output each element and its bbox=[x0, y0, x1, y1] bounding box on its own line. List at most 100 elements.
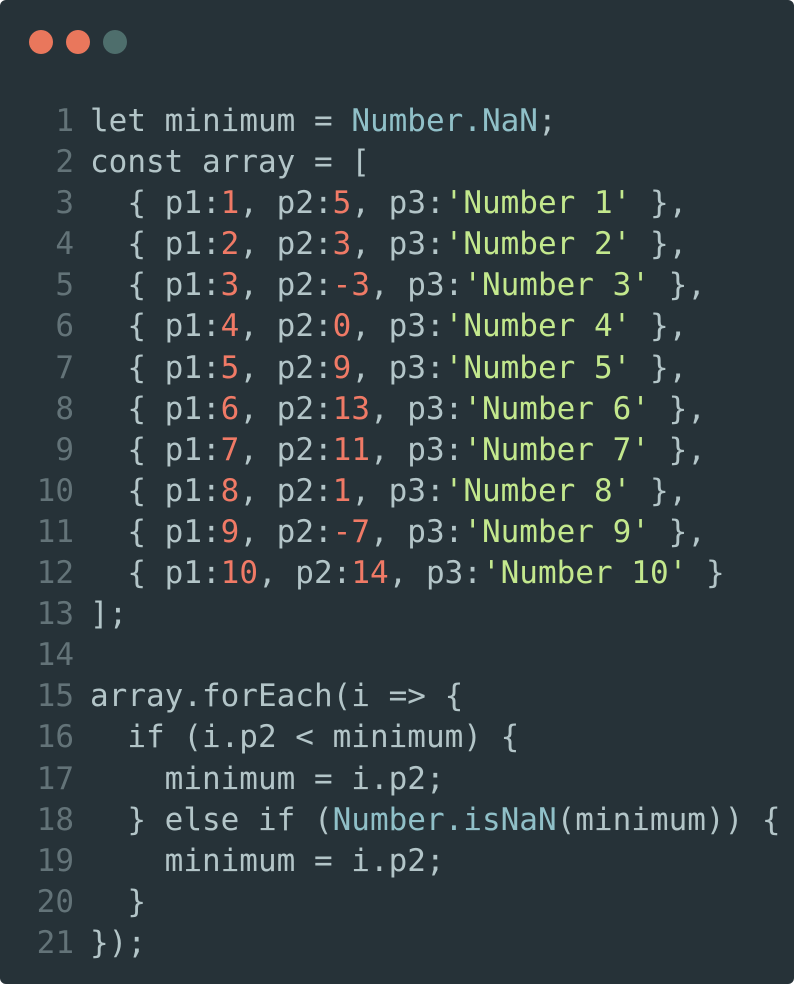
code-token: , p3: bbox=[369, 267, 464, 304]
code-line: 12 { p1:10, p2:14, p3:'Number 10' } bbox=[36, 553, 781, 594]
code-token: 'Number 2' bbox=[444, 226, 632, 263]
line-number: 14 bbox=[36, 637, 74, 674]
code-token: const bbox=[90, 144, 184, 181]
code-line: 2 const array = [ bbox=[36, 142, 781, 183]
code-window: 1 let minimum = Number.NaN; 2 const array =… bbox=[0, 0, 794, 984]
code-line: 14 bbox=[36, 635, 781, 676]
line-source: { p1:8, p2:1, p3:'Number 8' }, bbox=[90, 471, 687, 512]
code-line: 5 { p1:3, p2:-3, p3:'Number 3' }, bbox=[36, 265, 781, 306]
line-number: 4 bbox=[55, 226, 74, 263]
code-token: }, bbox=[631, 349, 688, 386]
window-controls bbox=[29, 30, 127, 54]
line-source: { p1:9, p2:-7, p3:'Number 9' }, bbox=[90, 512, 706, 553]
code-token: , p2: bbox=[239, 472, 333, 509]
line-source: }); bbox=[90, 923, 146, 964]
code-token: ; bbox=[537, 103, 557, 139]
code-token: 'Number 6' bbox=[463, 390, 650, 427]
code-token: minimum = bbox=[146, 103, 352, 139]
code-line: 18 } else if (Number.isNaN(minimum)) { bbox=[36, 800, 781, 841]
code-token: } bbox=[687, 555, 725, 592]
line-source: { p1:1, p2:5, p3:'Number 1' }, bbox=[90, 183, 687, 224]
code-token: 'Number 3' bbox=[463, 267, 650, 304]
line-number: 17 bbox=[36, 760, 74, 797]
code-token: , p3: bbox=[388, 555, 482, 592]
code-line: 10 { p1:8, p2:1, p3:'Number 8' }, bbox=[36, 471, 781, 512]
line-source: array.forEach(i => { bbox=[90, 676, 463, 717]
code-token: { p1: bbox=[90, 390, 221, 427]
code-token: -7 bbox=[332, 513, 370, 550]
line-source: const array = [ bbox=[90, 142, 370, 183]
line-source: minimum = i.p2; bbox=[90, 841, 445, 882]
line-number: 11 bbox=[36, 513, 74, 550]
line-number: 19 bbox=[36, 842, 74, 879]
line-source: { p1:3, p2:-3, p3:'Number 3' }, bbox=[90, 265, 706, 306]
code-token: ]; bbox=[90, 596, 128, 633]
code-token: { p1: bbox=[90, 226, 221, 263]
code-line: 13]; bbox=[36, 594, 781, 635]
code-token: }, bbox=[649, 431, 706, 468]
code-line: 6 { p1:4, p2:0, p3:'Number 4' }, bbox=[36, 306, 781, 347]
code-token: 5 bbox=[332, 185, 352, 222]
code-token: { p1: bbox=[90, 555, 221, 592]
code-token: else if bbox=[164, 801, 296, 838]
code-line: 8 { p1:6, p2:13, p3:'Number 6' }, bbox=[36, 389, 781, 430]
code-token: , p3: bbox=[351, 472, 445, 509]
line-source: { p1:7, p2:11, p3:'Number 7' }, bbox=[90, 430, 706, 471]
code-token: 9 bbox=[332, 349, 352, 386]
code-token: }, bbox=[631, 472, 688, 509]
line-source: if (i.p2 < minimum) { bbox=[90, 717, 519, 758]
code-line: 15 array.forEach(i => { bbox=[36, 676, 781, 717]
code-token: } bbox=[90, 883, 146, 920]
code-token: 3 bbox=[220, 267, 240, 304]
code-token: , p3: bbox=[351, 226, 445, 263]
code-token: minimum = i.p2; bbox=[90, 760, 445, 797]
code-line: 17 minimum = i.p2; bbox=[36, 759, 781, 800]
code-token: }, bbox=[631, 308, 688, 345]
code-line: 3 { p1:1, p2:5, p3:'Number 1' }, bbox=[36, 183, 781, 224]
code-token: , p2: bbox=[239, 267, 333, 304]
code-token: 1 bbox=[332, 472, 352, 509]
code-line: 1 let minimum = Number.NaN; bbox=[36, 101, 781, 142]
line-number: 10 bbox=[36, 472, 74, 509]
code-token: 2 bbox=[220, 226, 240, 263]
code-line: 21}); bbox=[36, 923, 781, 964]
code-token: (minimum)) { bbox=[556, 801, 781, 838]
code-token: 'Number 4' bbox=[444, 308, 632, 345]
code-token: 'Number 10' bbox=[481, 555, 688, 592]
code-token: }, bbox=[649, 390, 706, 427]
line-source: } bbox=[90, 882, 146, 923]
code-token: 11 bbox=[332, 431, 370, 468]
line-number: 7 bbox=[55, 349, 74, 386]
code-token: } bbox=[90, 801, 165, 838]
line-source: minimum = i.p2; bbox=[90, 759, 445, 800]
code-token: -3 bbox=[332, 267, 370, 304]
code-token: { p1: bbox=[90, 349, 221, 386]
line-number: 13 bbox=[36, 596, 74, 633]
line-number: 20 bbox=[36, 883, 74, 920]
code-token: , p2: bbox=[239, 390, 333, 427]
code-token: { p1: bbox=[90, 431, 221, 468]
code-token: , p2: bbox=[239, 349, 333, 386]
code-token: 'Number 1' bbox=[444, 185, 632, 222]
line-number: 12 bbox=[36, 555, 74, 592]
code-token: , p3: bbox=[351, 308, 445, 345]
line-source: let minimum = Number.NaN; bbox=[90, 101, 557, 142]
minimize-dot-icon[interactable] bbox=[66, 30, 90, 54]
code-token: array.forEach(i => { bbox=[90, 678, 464, 715]
code-token: , p3: bbox=[369, 431, 464, 468]
code-token: }, bbox=[631, 185, 688, 222]
line-source: { p1:2, p2:3, p3:'Number 2' }, bbox=[90, 224, 687, 265]
code-token: 7 bbox=[220, 431, 240, 468]
line-number: 2 bbox=[55, 144, 74, 181]
code-token: 'Number 5' bbox=[444, 349, 632, 386]
line-number: 6 bbox=[55, 308, 74, 345]
line-number: 5 bbox=[55, 267, 74, 304]
line-number: 3 bbox=[55, 185, 74, 222]
maximize-dot-icon[interactable] bbox=[103, 30, 127, 54]
close-dot-icon[interactable] bbox=[29, 30, 53, 54]
code-token: , p3: bbox=[351, 349, 445, 386]
code-token: 10 bbox=[220, 555, 258, 592]
code-token: let bbox=[90, 103, 146, 139]
code-token: 14 bbox=[351, 555, 389, 592]
